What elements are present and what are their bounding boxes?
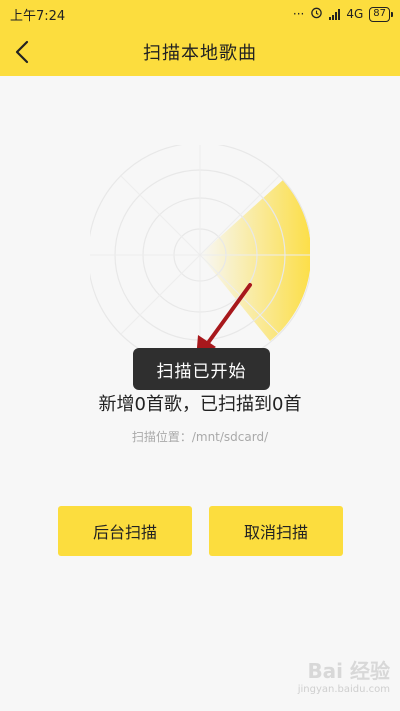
cancel-scan-button[interactable]: 取消扫描: [209, 506, 343, 556]
more-icon: ···: [292, 7, 305, 21]
scan-location: 扫描位置：/mnt/sdcard/: [131, 430, 269, 444]
chevron-left-icon: [15, 40, 29, 64]
alarm-icon: [310, 6, 323, 22]
scan-summary: 新增0首歌，已扫描到0首: [98, 394, 302, 415]
battery-level: 87: [373, 7, 386, 19]
radar-scan-graphic: [90, 145, 310, 355]
battery-icon: 87: [369, 6, 393, 22]
title-bar: 扫描本地歌曲: [0, 28, 400, 76]
network-label: 4G: [346, 7, 364, 21]
back-button[interactable]: [6, 36, 38, 68]
background-scan-button[interactable]: 后台扫描: [58, 506, 192, 556]
signal-icon: [329, 8, 341, 20]
watermark-url: jingyan.baidu.com: [297, 684, 390, 695]
toast-message: 扫描已开始: [133, 348, 270, 390]
annotation-arrow: [196, 283, 252, 355]
status-time: 上午7:24: [10, 8, 66, 24]
watermark-logo: Bai 经验: [307, 659, 390, 683]
toast-text: 扫描已开始: [156, 361, 247, 382]
watermark: Bai 经验 jingyan.baidu.com: [280, 655, 390, 705]
status-bar: 上午7:24 ··· 4G 87: [0, 0, 400, 28]
page-title: 扫描本地歌曲: [143, 43, 257, 64]
status-icons: ··· 4G 87: [292, 6, 393, 22]
